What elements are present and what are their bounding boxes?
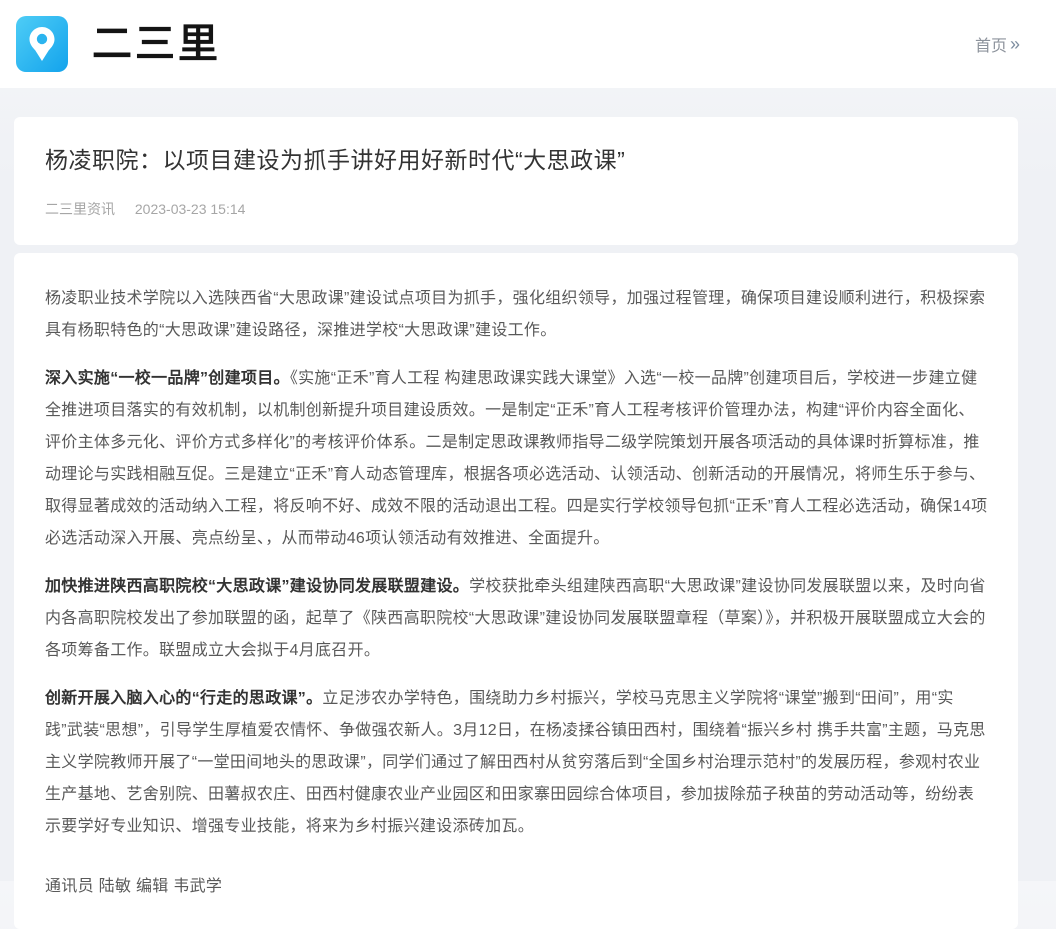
site-logo[interactable]: 二三里 [16,16,221,72]
article-header-card: 杨凌职院：以项目建设为抓手讲好用好新时代“大思政课” 二三里资讯 2023-03… [14,117,1018,245]
article-timestamp: 2023-03-23 15:14 [135,201,246,217]
site-logo-text: 二三里 [92,24,221,64]
article-title: 杨凌职院：以项目建设为抓手讲好用好新时代“大思政课” [45,144,987,177]
paragraph-lead: 创新开展入脑入心的“行走的思政课”。 [45,690,322,707]
article-meta: 二三里资讯 2023-03-23 15:14 [45,199,987,219]
article-credits: 通讯员 陆敏 编辑 韦武学 [45,871,988,903]
article-paragraph-1: 杨凌职业技术学院以入选陕西省“大思政课”建设试点项目为抓手，强化组织领导，加强过… [45,283,988,347]
page-body: 杨凌职院：以项目建设为抓手讲好用好新时代“大思政课” 二三里资讯 2023-03… [0,88,1056,929]
paragraph-text: 《实施“正禾”育人工程 构建思政课实践大课堂》入选“一校一品牌”创建项目后，学校… [45,370,987,547]
article-paragraph-3: 加快推进陕西高职院校“大思政课”建设协同发展联盟建设。学校获批牵头组建陕西高职“… [45,571,988,667]
paragraph-text: 立足涉农办学特色，围绕助力乡村振兴，学校马克思主义学院将“课堂”搬到“田间”，用… [45,690,986,835]
paragraph-lead: 深入实施“一校一品牌”创建项目。 [45,370,290,387]
double-chevron-right-icon: » [1010,35,1020,53]
paragraph-lead: 加快推进陕西高职院校“大思政课”建设协同发展联盟建设。 [45,578,469,595]
article-paragraph-4: 创新开展入脑入心的“行走的思政课”。立足涉农办学特色，围绕助力乡村振兴，学校马克… [45,683,988,843]
article-content-card: 杨凌职业技术学院以入选陕西省“大思政课”建设试点项目为抓手，强化组织领导，加强过… [14,253,1018,929]
article-paragraph-2: 深入实施“一校一品牌”创建项目。《实施“正禾”育人工程 构建思政课实践大课堂》入… [45,363,988,555]
site-header: 二三里 首页 » [0,0,1056,88]
nav-home-link[interactable]: 首页 » [975,32,1020,56]
article-source[interactable]: 二三里资讯 [45,201,115,217]
nav-home-label: 首页 [975,32,1007,56]
paragraph-text: 杨凌职业技术学院以入选陕西省“大思政课”建设试点项目为抓手，强化组织领导，加强过… [45,290,985,339]
location-pin-icon [16,16,68,72]
